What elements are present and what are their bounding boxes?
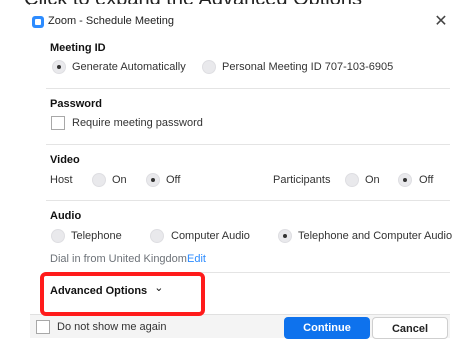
require-password-label: Require meeting password [72,117,203,129]
participants-label: Participants [273,174,331,186]
radio-audio-telephone[interactable] [51,229,65,243]
dialog-footer: Do not show me again Continue Cancel [30,314,450,339]
divider [46,144,450,145]
radio-host-video-off[interactable] [146,173,160,187]
divider [46,88,450,89]
advanced-options-highlight [40,272,205,316]
do-not-show-again-checkbox[interactable] [36,320,50,334]
radio-audio-computer[interactable] [150,229,164,243]
close-icon[interactable]: ✕ [432,12,450,32]
edit-dial-in-link[interactable]: Edit [187,253,206,265]
zoom-app-icon [32,16,44,28]
cancel-button[interactable]: Cancel [372,317,448,339]
audio-heading: Audio [50,210,82,222]
password-heading: Password [50,98,102,110]
generate-automatically-label: Generate Automatically [72,61,186,73]
radio-generate-automatically[interactable] [52,60,66,74]
audio-telephone-label: Telephone [71,230,122,242]
do-not-show-again-label: Do not show me again [57,321,167,333]
host-label: Host [50,174,73,186]
radio-personal-meeting-id[interactable] [202,60,216,74]
radio-participants-video-off[interactable] [398,173,412,187]
audio-both-label: Telephone and Computer Audio [298,230,453,242]
divider [46,200,450,201]
schedule-meeting-dialog: Zoom - Schedule Meeting ✕ Meeting ID Gen… [30,4,453,339]
host-on-label: On [112,174,127,186]
continue-button[interactable]: Continue [284,317,370,339]
require-password-checkbox[interactable] [51,116,65,130]
radio-audio-telephone-and-computer[interactable] [278,229,292,243]
video-heading: Video [50,154,80,166]
dial-in-country-text: Dial in from United Kingdom [50,253,187,265]
audio-computer-label: Computer Audio [171,230,250,242]
radio-participants-video-on[interactable] [345,173,359,187]
personal-meeting-id-label: Personal Meeting ID 707-103-6905 [222,61,394,73]
participants-on-label: On [365,174,380,186]
host-off-label: Off [166,174,181,186]
radio-host-video-on[interactable] [92,173,106,187]
meeting-id-heading: Meeting ID [50,42,106,54]
window-title: Zoom - Schedule Meeting [48,15,174,27]
participants-off-label: Off [419,174,434,186]
title-bar: Zoom - Schedule Meeting ✕ [30,12,450,32]
